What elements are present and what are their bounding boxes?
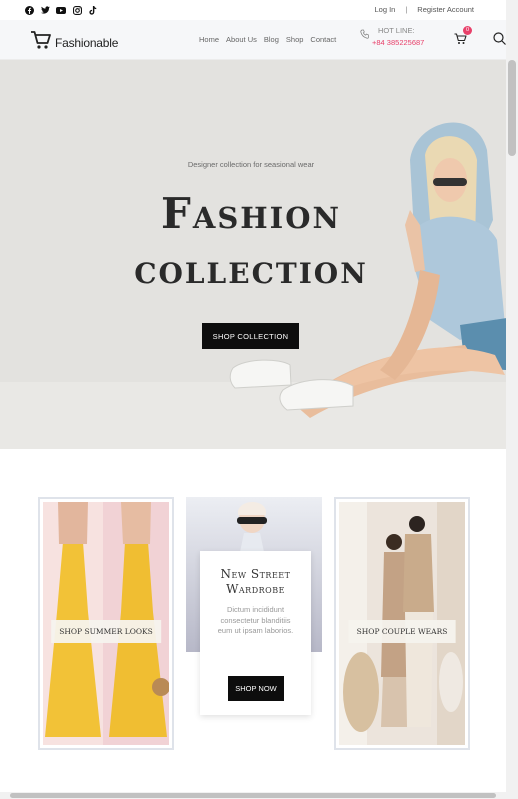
street-wardrobe-card: New Street Wardrobe Dictum incididunt co… [200,551,311,715]
hero-subtitle: Designer collection for seasional wear [187,160,315,169]
hotline-number[interactable]: +84 385225687 [372,38,424,47]
tiktok-icon[interactable] [88,5,98,15]
account-separator: | [405,5,408,14]
hero-title-line2: collection [134,246,368,293]
street-wardrobe-title: New Street Wardrobe [220,567,291,596]
nav-about-us[interactable]: About Us [226,35,257,44]
logo[interactable]: Fashionable [30,30,118,55]
logo-text: Fashionable [55,35,119,50]
cart-count-badge: 0 [463,26,472,35]
couple-wears-card[interactable]: SHOP COUPLE WEARS [334,497,470,750]
vertical-scroll-thumb[interactable] [508,60,516,156]
hero-banner: Designer collection for seasional wear F… [0,60,506,449]
nav-shop[interactable]: Shop [286,35,304,44]
instagram-icon[interactable] [72,5,82,15]
site-header: Fashionable Home About Us Blog Shop Cont… [0,20,506,60]
main-nav: Home About Us Blog Shop Contact [199,35,336,44]
account-links: Log In | Register Account [374,5,474,14]
hotline-label: HOT LINE: [378,26,415,35]
summer-looks-card[interactable]: SHOP SUMMER LOOKS [38,497,174,750]
nav-blog[interactable]: Blog [264,35,279,44]
vertical-scrollbar[interactable] [506,0,518,799]
social-links [24,5,98,15]
register-link[interactable]: Register Account [417,5,474,14]
cart-button[interactable]: 0 [454,26,472,50]
cart-logo-icon [30,30,52,55]
street-wardrobe-description: Dictum incididunt consectetur blanditiis… [217,605,294,635]
top-bar: Log In | Register Account [0,0,506,20]
hero-title: Fashion collection [0,186,502,298]
couple-wears-label[interactable]: SHOP COUPLE WEARS [348,620,456,643]
shop-collection-button[interactable]: SHOP COLLECTION [202,323,299,349]
search-icon [493,32,506,49]
facebook-icon[interactable] [24,5,34,15]
shop-now-button[interactable]: SHOP NOW [228,676,284,701]
nav-home[interactable]: Home [199,35,219,44]
search-button[interactable] [493,32,506,50]
horizontal-scroll-thumb[interactable] [10,793,496,798]
horizontal-scrollbar[interactable] [0,792,506,799]
summer-looks-label[interactable]: SHOP SUMMER LOOKS [51,620,161,643]
twitter-icon[interactable] [40,5,50,15]
nav-contact[interactable]: Contact [310,35,336,44]
youtube-icon[interactable] [56,5,66,15]
login-link[interactable]: Log In [374,5,395,14]
page: Log In | Register Account Fashionable Ho… [0,0,518,799]
hero-title-line1: Fashion [161,189,341,238]
phone-icon [360,26,370,44]
